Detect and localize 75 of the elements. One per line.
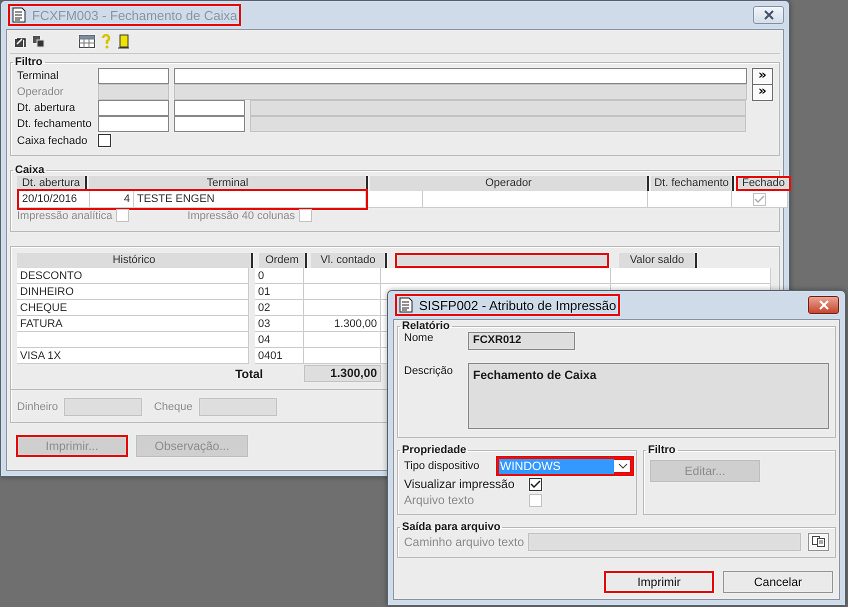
table-cell: 1.300,00 [304,316,381,332]
field-label: Caminho arquivo texto [404,535,523,549]
group-title: Propriedade [401,444,468,456]
date-field[interactable] [98,100,169,116]
group-title: Filtro [14,56,44,68]
field-label: Terminal [17,70,60,82]
checkbox[interactable] [98,134,111,147]
total-field: 1.300,00 [304,365,381,382]
total-label: Total [234,366,263,380]
table-cell: 4 [90,191,134,208]
arrow-box-icon[interactable] [14,36,26,48]
option-label: Impressão analítica [17,210,112,222]
lookup-button[interactable]: » [752,68,773,84]
table-cell [368,191,423,208]
dialog-button[interactable]: Cancelar [723,571,833,593]
close-button[interactable] [808,296,839,314]
column-header: Dt. fechamento [651,176,734,191]
window-title: SISFP002 - Atributo de Impressão [395,294,620,316]
table-cell: DINHEIRO [17,284,249,300]
table-cell: 04 [255,332,304,348]
table-cell: 01 [255,284,304,300]
document-icon [399,297,413,313]
stacked-squares-icon[interactable] [32,35,45,48]
description-field: Fechamento de Caixa [468,363,829,429]
group-title: Saída para arquivo [401,521,502,533]
table-cell: CHEQUE [17,300,249,316]
field-label: Tipo dispositivo [404,460,480,472]
document-icon [12,7,26,23]
door-icon[interactable] [117,34,130,49]
option-label: Impressão 40 colunas [187,210,296,222]
table-cell: VISA 1X [17,348,249,364]
field-label: Dt. fechamento [17,118,93,130]
text-field[interactable] [174,68,747,84]
table-cell: 0401 [255,348,304,364]
column-header: Valor saldo [619,253,697,268]
field-label: Dinheiro [17,401,58,413]
table-cell: 02 [255,300,304,316]
date-field[interactable] [174,116,245,132]
date-field[interactable] [174,100,245,116]
text-field[interactable] [98,84,169,100]
date-field[interactable] [98,116,169,132]
close-button[interactable] [753,6,784,24]
close-icon [818,300,830,310]
group-title: Relatório [401,320,451,332]
column-header: Operador [370,176,649,191]
column-header: Histórico [17,253,253,268]
window-title: FCXFM003 - Fechamento de Caixa [8,4,242,26]
field-label: Cheque [154,401,193,413]
path-field[interactable] [528,533,801,551]
table-cell: 0 [255,268,304,284]
option-label: Arquivo texto [404,493,476,507]
field-label: Operador [17,86,64,98]
group-title: Filtro [647,444,676,456]
field-label: Dt. abertura [17,102,76,114]
option-label: Visualizar impressão [404,477,516,491]
dialog-button[interactable]: Imprimir [604,571,714,593]
text-field[interactable] [98,68,169,84]
table-cell: 03 [255,316,304,332]
column-header: Fechado [736,176,791,191]
chevron-down-icon [618,463,628,469]
name-field: FCXR012 [468,332,575,350]
column-header: Ordem [259,253,307,268]
table-cell: TESTE ENGEN [134,191,366,208]
table-cell: DESCONTO [17,268,249,284]
column-header: Vl. contado [311,253,387,268]
table-cell: 20/10/2016 [19,191,90,208]
checkbox[interactable] [529,478,542,490]
field-label: Descrição [404,365,454,377]
field-label: Caixa fechado [17,134,88,146]
browse-button[interactable] [808,533,829,551]
close-icon [762,10,774,20]
group-title: Caixa [14,164,46,176]
field-label: Nome [404,332,434,344]
table-cell: FATURA [17,316,249,332]
grid-icon[interactable] [79,35,95,48]
